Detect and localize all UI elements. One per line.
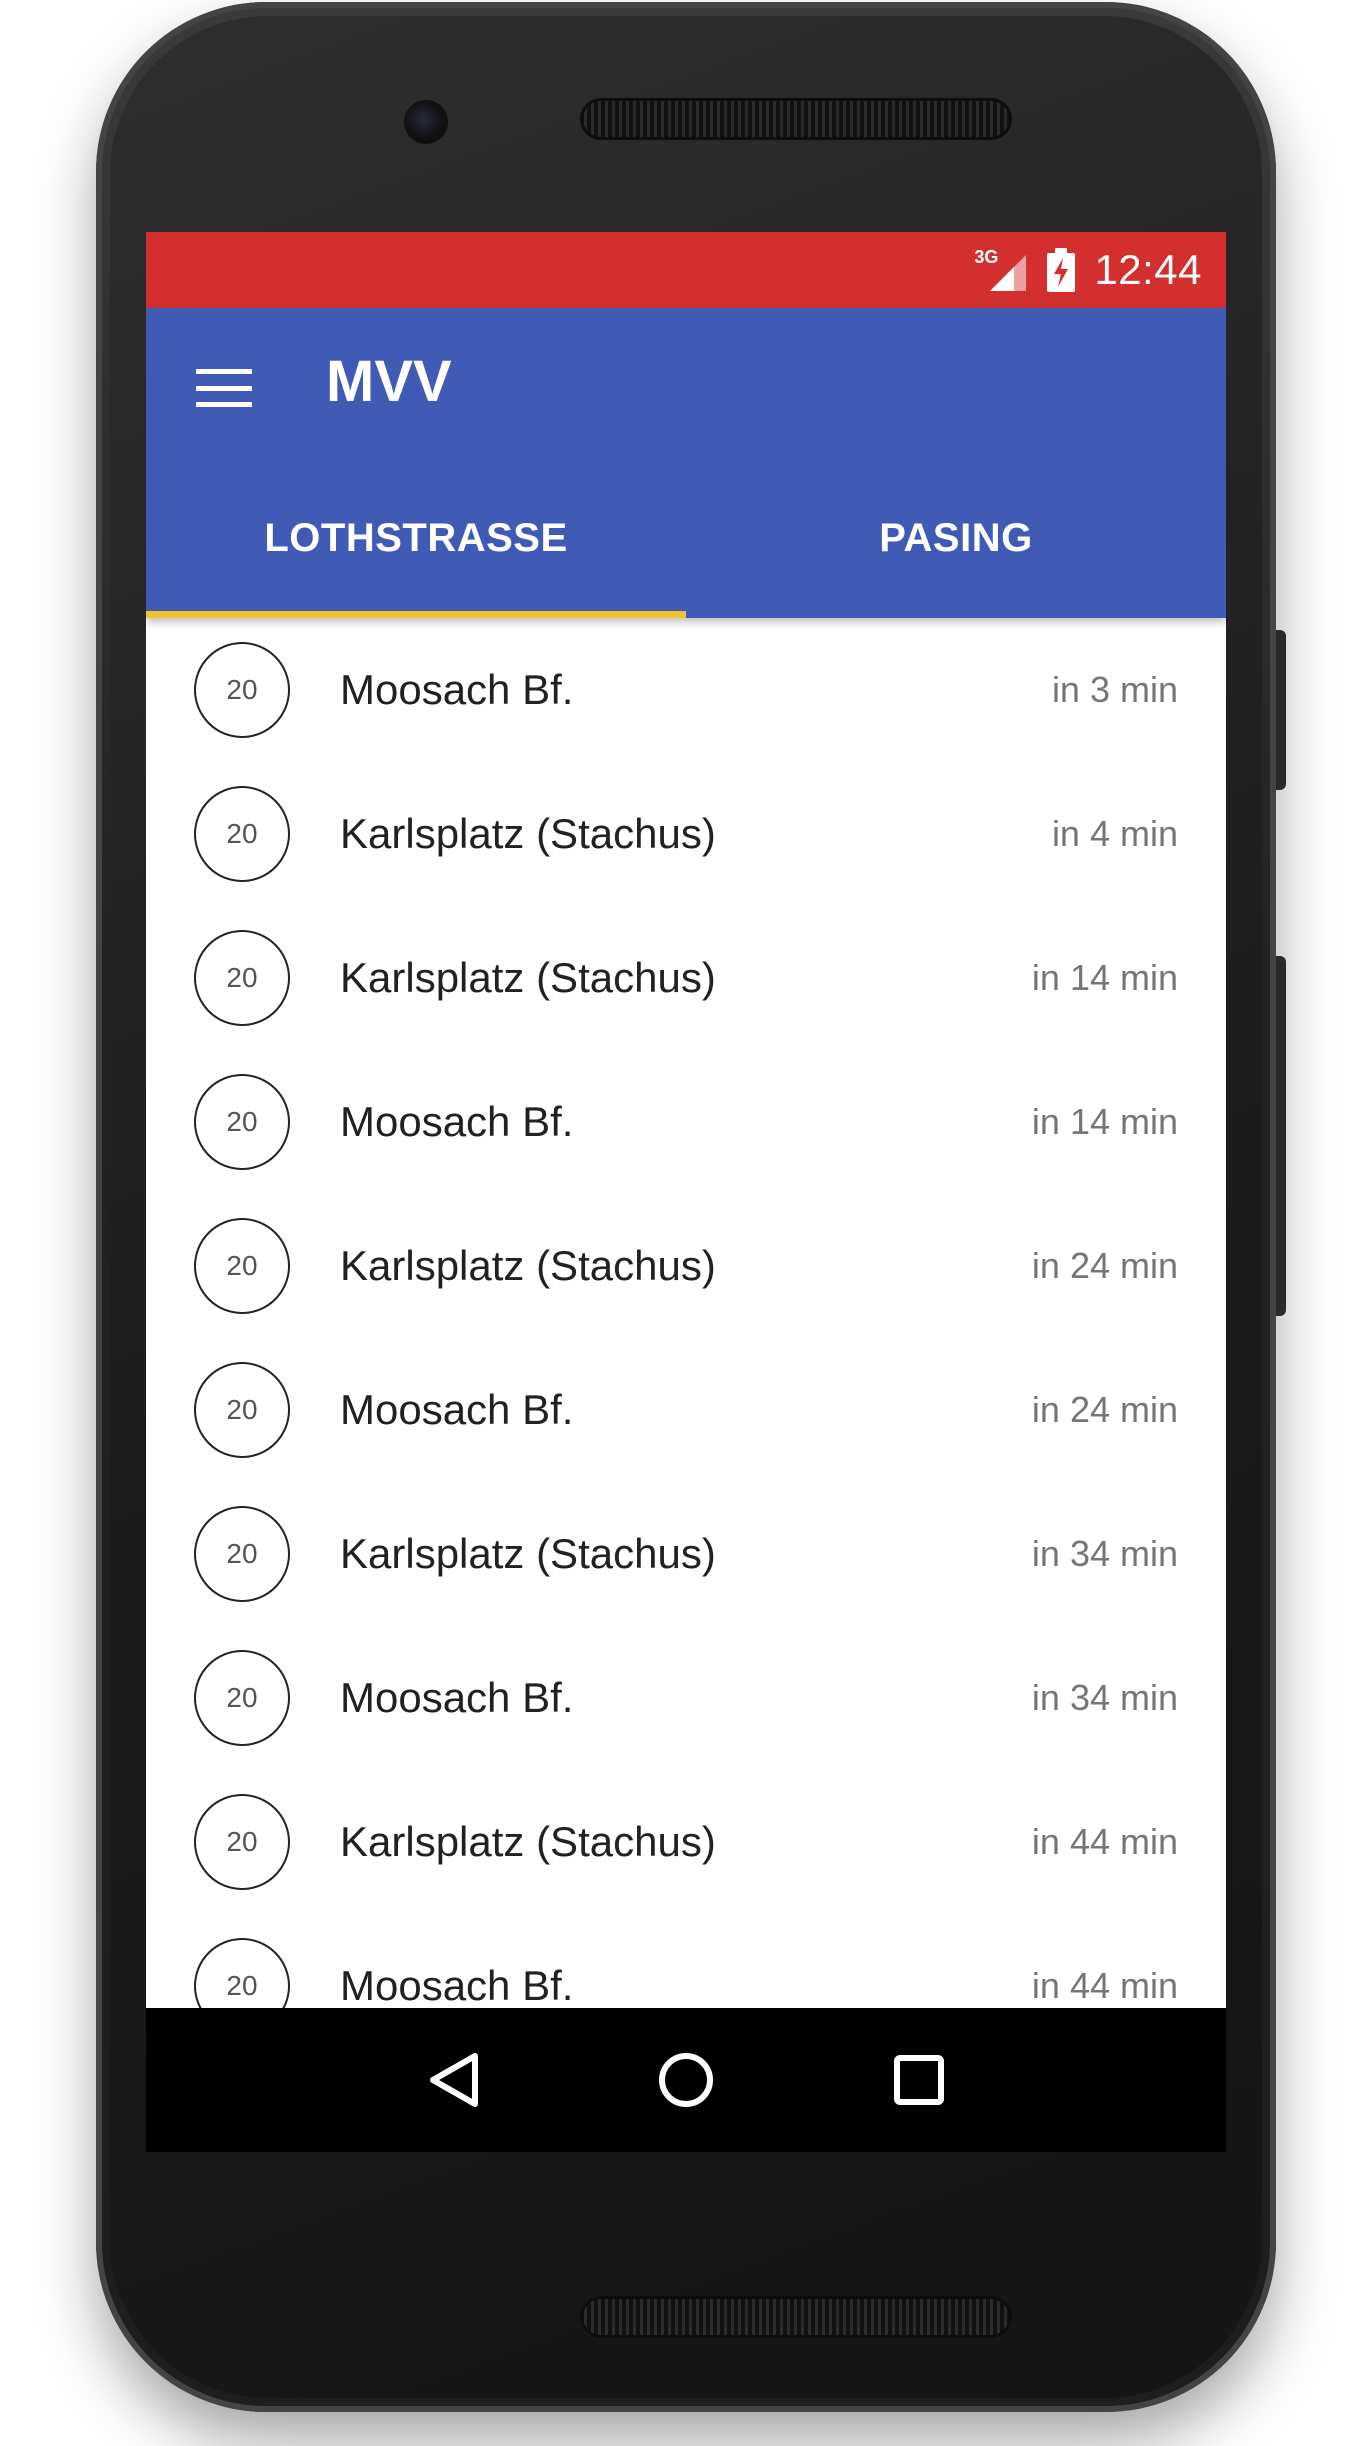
tab-bar: LOTHSTRASSE PASING: [146, 458, 1226, 618]
eta-label: in 24 min: [1031, 1389, 1178, 1430]
eta-label: in 44 min: [1031, 1965, 1178, 2006]
screen: 3G 12:44 MVV LOTHSTRASSE PASING 20 Moosa…: [146, 232, 1226, 2152]
line-badge: 20: [194, 1650, 290, 1746]
recents-icon[interactable]: [884, 2045, 954, 2115]
departure-row[interactable]: 20 Moosach Bf. in 24 min: [146, 1338, 1226, 1482]
destination-label: Karlsplatz (Stachus): [340, 954, 716, 1001]
eta-label: in 34 min: [1031, 1533, 1178, 1574]
tab-label: PASING: [879, 515, 1033, 560]
destination-label: Moosach Bf.: [340, 1386, 574, 1433]
tab-pasing[interactable]: PASING: [686, 458, 1226, 618]
departure-row[interactable]: 20 Karlsplatz (Stachus) in 44 min: [146, 1770, 1226, 1914]
destination-label: Karlsplatz (Stachus): [340, 810, 716, 857]
line-badge: 20: [194, 786, 290, 882]
line-badge: 20: [194, 1794, 290, 1890]
menu-icon[interactable]: [194, 363, 254, 413]
destination-label: Moosach Bf.: [340, 1962, 574, 2009]
destination-label: Karlsplatz (Stachus): [340, 1242, 716, 1289]
eta-label: in 3 min: [1051, 669, 1178, 710]
power-button: [1276, 630, 1286, 790]
battery-charging-icon: [1046, 247, 1076, 293]
phone-frame: 3G 12:44 MVV LOTHSTRASSE PASING 20 Moosa…: [96, 2, 1286, 2412]
departure-row[interactable]: 20 Moosach Bf. in 34 min: [146, 1626, 1226, 1770]
departure-row[interactable]: 20 Karlsplatz (Stachus) in 14 min: [146, 906, 1226, 1050]
status-time: 12:44: [1094, 246, 1202, 293]
volume-rocker: [1276, 956, 1286, 1316]
eta-label: in 34 min: [1031, 1677, 1178, 1718]
line-badge: 20: [194, 642, 290, 738]
front-camera: [404, 100, 448, 144]
cell-signal-icon: 3G: [974, 247, 1028, 293]
eta-label: in 4 min: [1051, 813, 1178, 854]
destination-label: Moosach Bf.: [340, 666, 574, 713]
line-badge: 20: [194, 930, 290, 1026]
app-title: MVV: [326, 349, 452, 414]
line-badge: 20: [194, 1938, 290, 2012]
departure-row[interactable]: 20 Moosach Bf. in 3 min: [146, 618, 1226, 762]
eta-label: in 44 min: [1031, 1821, 1178, 1862]
departure-row[interactable]: 20 Moosach Bf. in 44 min: [146, 1914, 1226, 2012]
destination-label: Karlsplatz (Stachus): [340, 1818, 716, 1865]
selected-tab-indicator: [146, 611, 686, 618]
departure-row[interactable]: 20 Karlsplatz (Stachus) in 34 min: [146, 1482, 1226, 1626]
eta-label: in 24 min: [1031, 1245, 1178, 1286]
departure-list[interactable]: 20 Moosach Bf. in 3 min 20 Karlsplatz (S…: [146, 618, 1226, 2012]
departure-row[interactable]: 20 Moosach Bf. in 14 min: [146, 1050, 1226, 1194]
navigation-bar: [146, 2008, 1226, 2152]
eta-label: in 14 min: [1031, 957, 1178, 998]
home-icon[interactable]: [651, 2045, 721, 2115]
tab-lothstrasse[interactable]: LOTHSTRASSE: [146, 458, 686, 618]
line-badge: 20: [194, 1362, 290, 1458]
departure-row[interactable]: 20 Karlsplatz (Stachus) in 24 min: [146, 1194, 1226, 1338]
back-icon[interactable]: [418, 2045, 488, 2115]
departure-row[interactable]: 20 Karlsplatz (Stachus) in 4 min: [146, 762, 1226, 906]
tab-label: LOTHSTRASSE: [264, 515, 568, 560]
top-speaker: [580, 98, 1012, 140]
network-type-label: 3G: [974, 247, 999, 267]
destination-label: Karlsplatz (Stachus): [340, 1530, 716, 1577]
app-bar: MVV LOTHSTRASSE PASING: [146, 308, 1226, 618]
bottom-speaker: [580, 2296, 1012, 2338]
destination-label: Moosach Bf.: [340, 1098, 574, 1145]
line-badge: 20: [194, 1218, 290, 1314]
line-badge: 20: [194, 1074, 290, 1170]
status-bar: 3G 12:44: [146, 232, 1226, 308]
line-badge: 20: [194, 1506, 290, 1602]
eta-label: in 14 min: [1031, 1101, 1178, 1142]
destination-label: Moosach Bf.: [340, 1674, 574, 1721]
